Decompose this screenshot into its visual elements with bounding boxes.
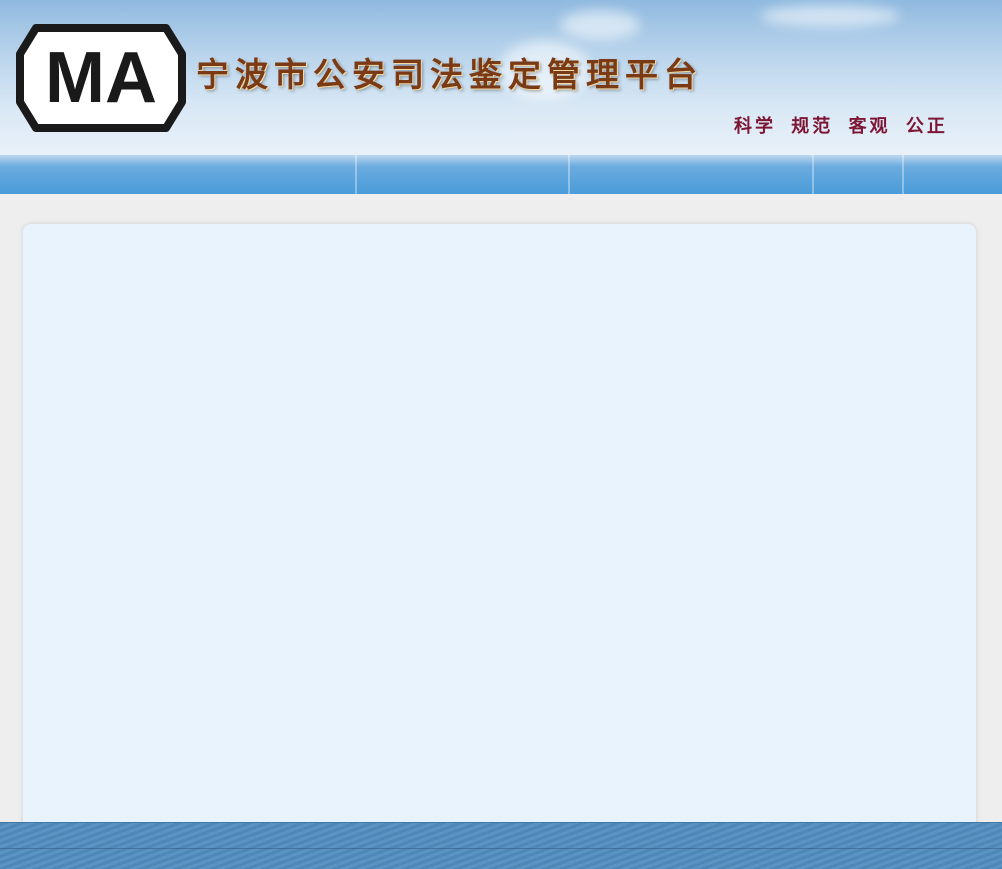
slogan-word: 科学 (734, 116, 776, 137)
nav-divider (902, 155, 904, 194)
logo-text: MA (45, 38, 157, 118)
page-title: 宁波市公安司法鉴定管理平台 (196, 55, 703, 94)
slogan-word: 客观 (848, 116, 891, 137)
slogan-word: 公正 (905, 116, 948, 137)
page-footer (0, 822, 1002, 869)
cma-logo: MA (16, 24, 186, 132)
footer-divider (0, 848, 1002, 849)
nav-divider (568, 155, 570, 194)
site-header: MA 宁波市公安司法鉴定管理平台 科学 规范 客观 公正 (0, 0, 1002, 155)
slogan-word: 规范 (791, 116, 834, 137)
cloud-decoration (560, 10, 640, 40)
slogan: 科学 规范 客观 公正 (734, 112, 954, 138)
nav-bar (0, 155, 1002, 194)
main-content-panel (23, 224, 976, 844)
nav-divider (355, 155, 357, 194)
nav-divider (812, 155, 814, 194)
cloud-decoration (760, 5, 900, 27)
